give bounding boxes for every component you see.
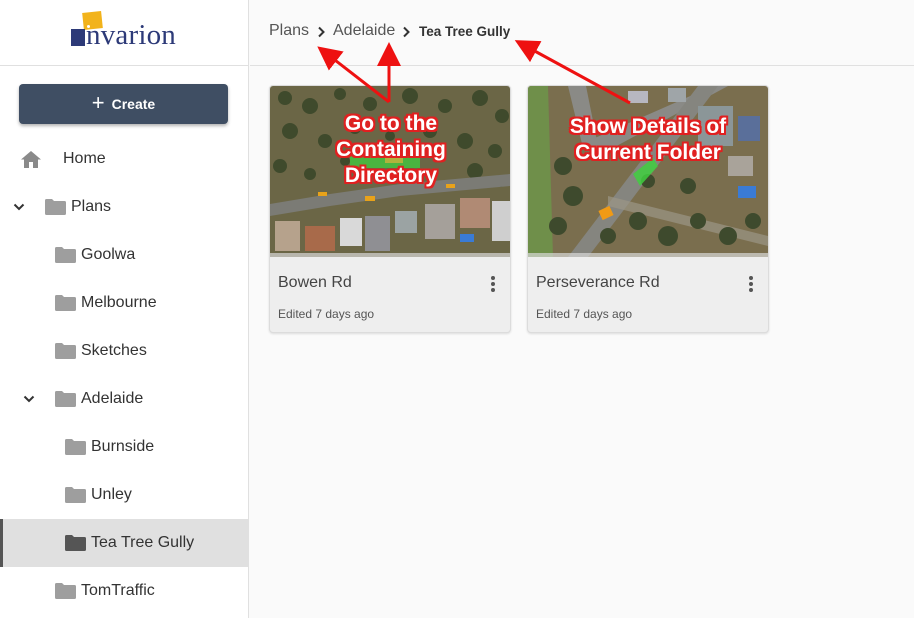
sidebar-item-label: Adelaide	[81, 390, 144, 407]
breadcrumb-item-plans[interactable]: Plans	[269, 22, 309, 40]
home-icon	[21, 150, 41, 168]
sidebar-item-goolwa[interactable]: Goolwa	[0, 231, 248, 279]
card-title: Bowen Rd	[278, 274, 352, 291]
sidebar-item-tomtraffic[interactable]: TomTraffic	[0, 567, 248, 615]
sidebar-item-melbourne[interactable]: Melbourne	[0, 279, 248, 327]
plan-card-bowen-rd[interactable]: Bowen Rd Edited 7 days ago	[269, 85, 511, 333]
map-thumbnail	[270, 86, 510, 257]
chevron-down-icon[interactable]	[23, 393, 35, 405]
sidebar-item-label: Burnside	[91, 438, 155, 455]
more-options-icon[interactable]	[490, 276, 496, 294]
folder-icon	[65, 439, 86, 455]
folder-icon	[55, 391, 76, 407]
map-thumbnail	[528, 86, 768, 257]
folder-icon	[55, 295, 76, 311]
card-title: Perseverance Rd	[536, 274, 660, 291]
folder-icon	[65, 487, 86, 503]
folder-icon	[65, 535, 86, 551]
folder-icon	[55, 583, 76, 599]
plan-card-perseverance-rd[interactable]: Perseverance Rd Edited 7 days ago	[527, 85, 769, 333]
sidebar-item-adelaide[interactable]: Adelaide	[0, 375, 248, 423]
create-button[interactable]: + Create	[19, 84, 228, 124]
sidebar-item-home[interactable]: Home	[0, 135, 248, 183]
sidebar-item-unley[interactable]: Unley	[0, 471, 248, 519]
card-edited-time: Edited 7 days ago	[278, 307, 375, 321]
sidebar: nvarion + Create Home Plans Goolwa Melbo…	[0, 0, 249, 618]
chevron-down-icon[interactable]	[13, 201, 25, 213]
folder-tree: Home Plans Goolwa Melbourne Sketches Ade…	[0, 135, 248, 615]
logo-text: nvarion	[86, 19, 176, 51]
card-edited-time: Edited 7 days ago	[536, 307, 633, 321]
plus-icon: +	[91, 90, 105, 115]
chevron-right-icon	[318, 26, 325, 38]
create-button-label: Create	[111, 96, 156, 112]
sidebar-item-label: Melbourne	[81, 294, 157, 311]
logo-dot	[87, 25, 90, 28]
sidebar-item-label: Tea Tree Gully	[91, 534, 195, 551]
sidebar-item-sketches[interactable]: Sketches	[0, 327, 248, 375]
breadcrumb: Plans Adelaide Tea Tree Gully	[250, 0, 914, 66]
breadcrumb-current[interactable]: Tea Tree Gully	[419, 24, 510, 39]
sidebar-item-tea-tree-gully[interactable]: Tea Tree Gully	[0, 519, 248, 567]
logo-area: nvarion	[0, 0, 248, 66]
logo-blue-square	[71, 29, 85, 46]
sidebar-item-label: Home	[63, 150, 106, 167]
chevron-right-icon	[403, 26, 410, 38]
logo[interactable]: nvarion	[71, 11, 181, 51]
sidebar-item-label: Sketches	[81, 342, 147, 359]
folder-icon	[45, 199, 66, 215]
sidebar-item-burnside[interactable]: Burnside	[0, 423, 248, 471]
more-options-icon[interactable]	[748, 276, 754, 294]
breadcrumb-item-adelaide[interactable]: Adelaide	[333, 22, 395, 40]
sidebar-item-label: TomTraffic	[81, 582, 155, 599]
sidebar-item-label: Plans	[71, 198, 112, 215]
sidebar-item-plans[interactable]: Plans	[0, 183, 248, 231]
sidebar-item-label: Goolwa	[81, 246, 136, 263]
folder-icon	[55, 343, 76, 359]
sidebar-item-label: Unley	[91, 486, 132, 503]
folder-icon	[55, 247, 76, 263]
